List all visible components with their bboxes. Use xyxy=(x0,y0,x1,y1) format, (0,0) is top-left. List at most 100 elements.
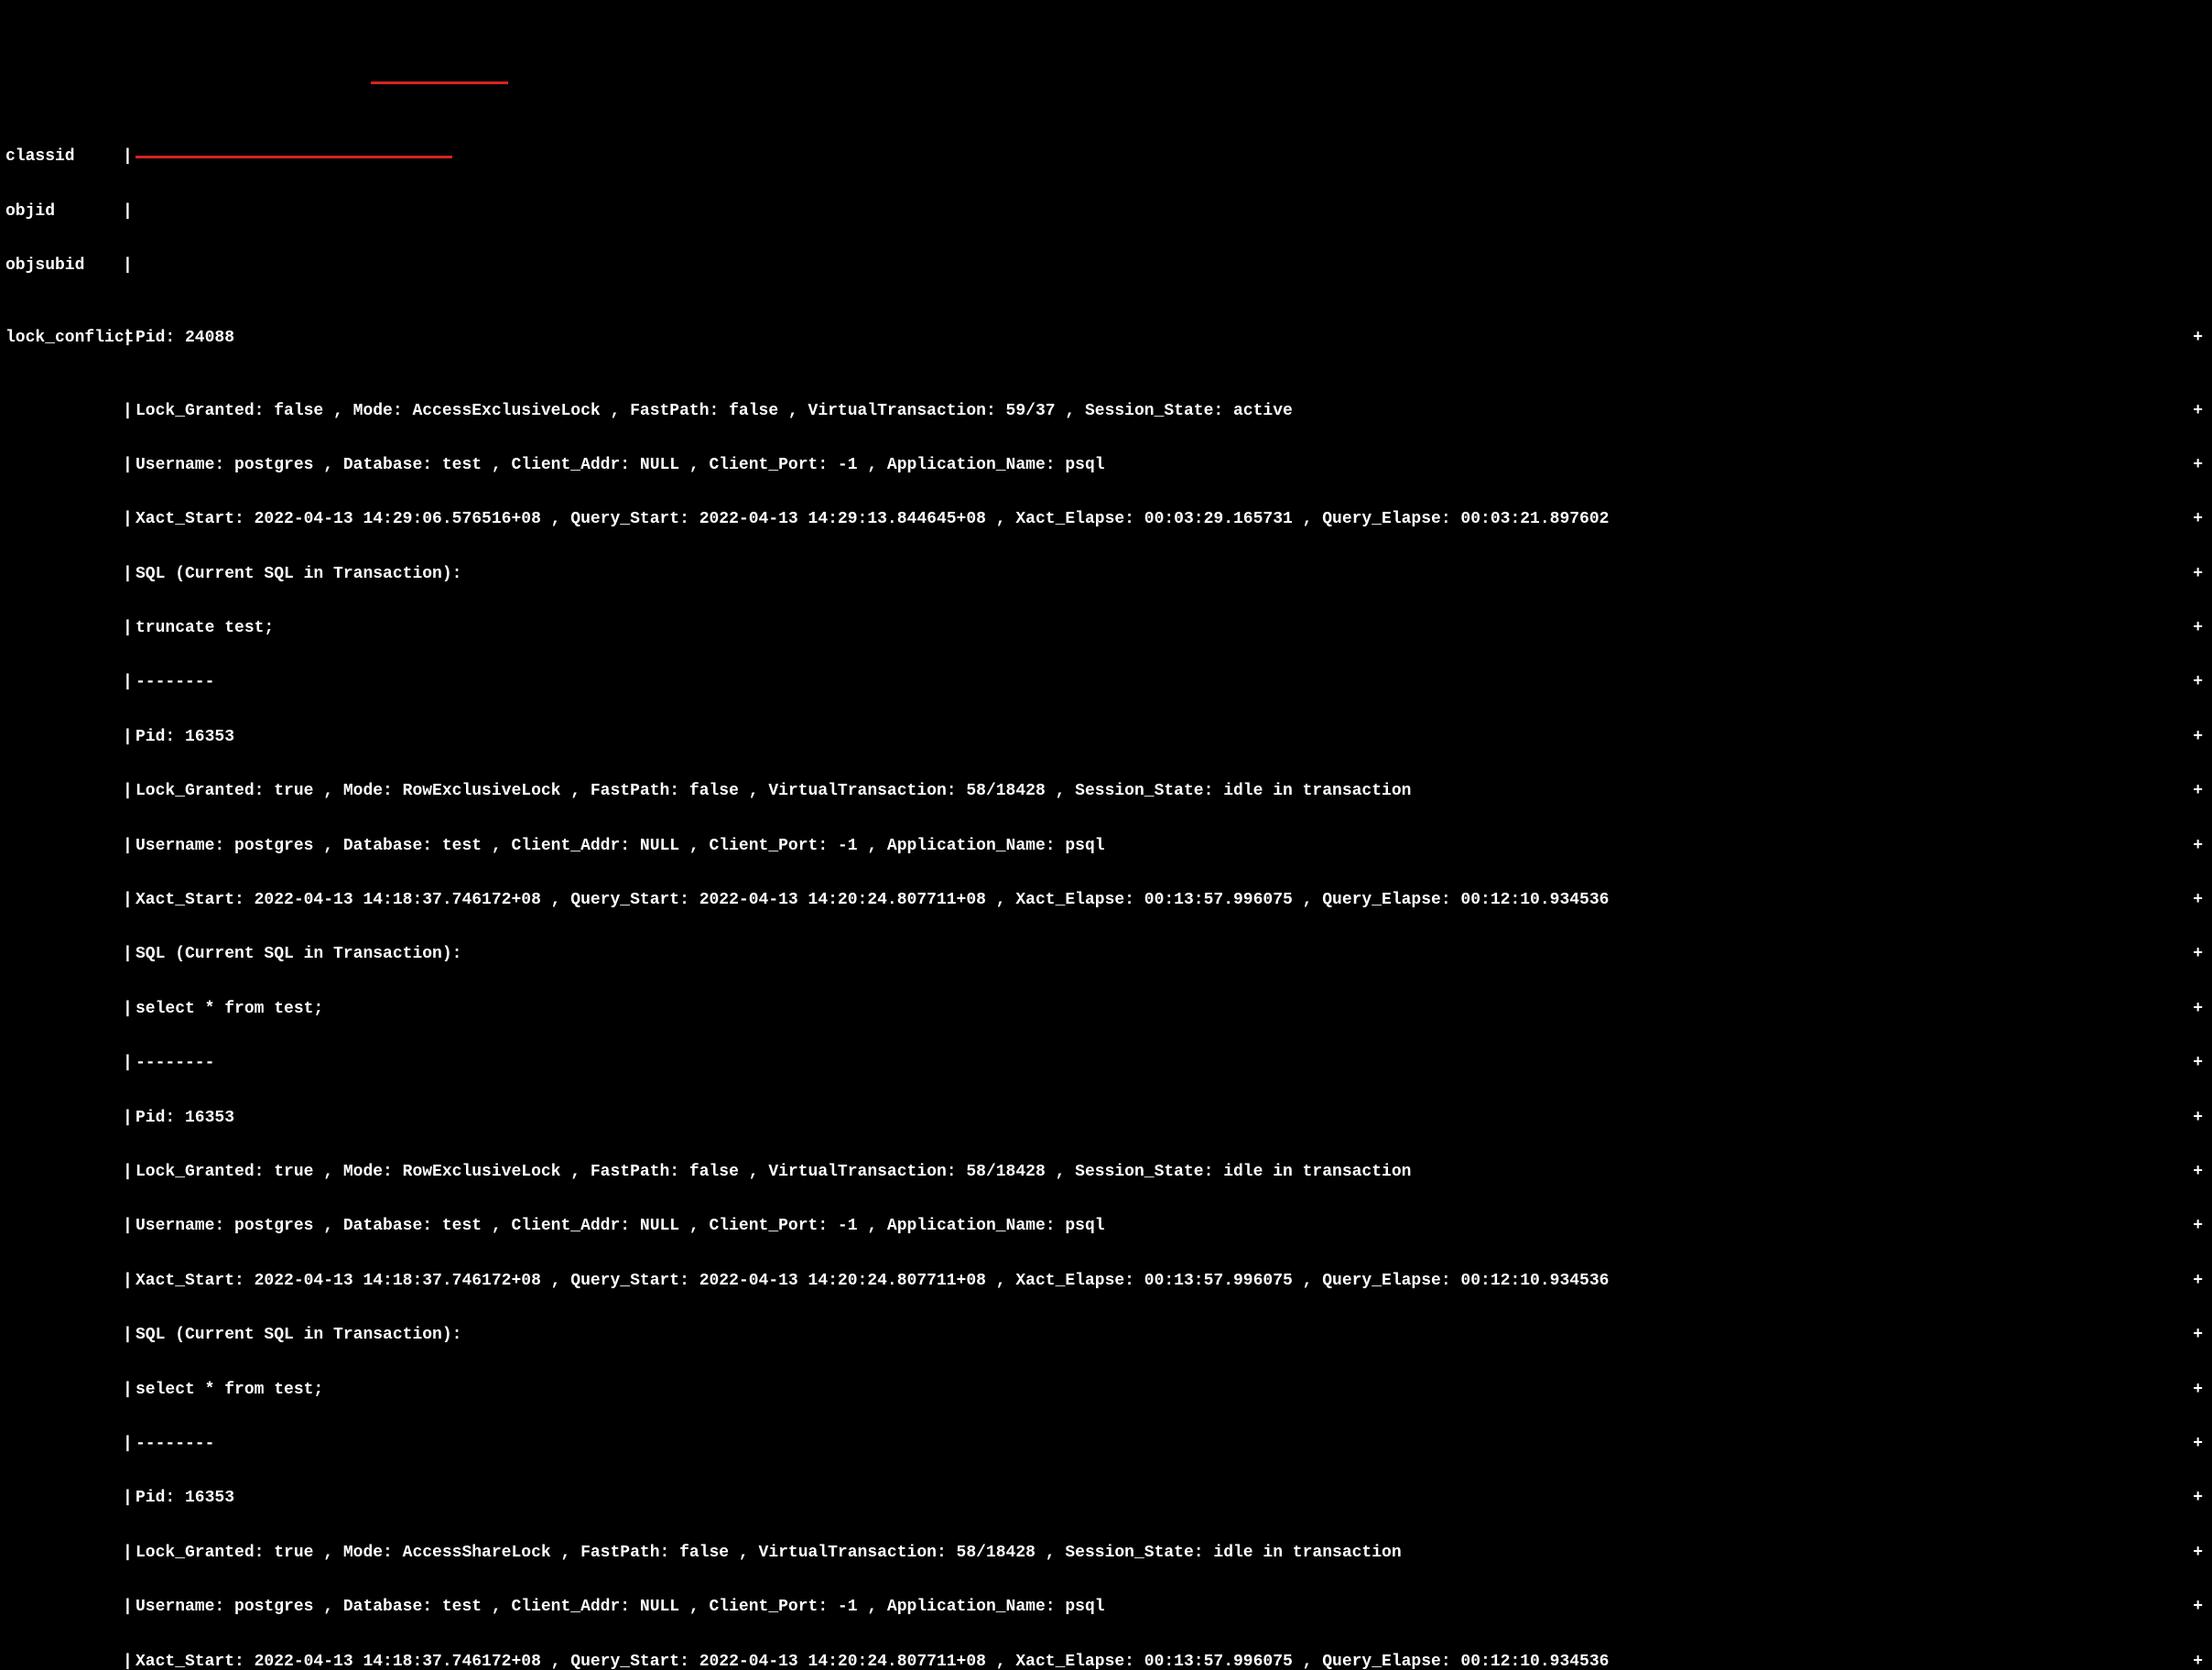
terminal-line: Xact_Start: 2022-04-13 14:18:37.746172+0… xyxy=(136,1654,2207,1670)
line-text: SQL (Current SQL in Transaction): xyxy=(136,1326,461,1344)
terminal-line: Username: postgres , Database: test , Cl… xyxy=(136,1218,2207,1236)
terminal-line: Lock_Granted: true , Mode: RowExclusiveL… xyxy=(136,783,2207,801)
column-label-empty xyxy=(5,838,123,856)
column-separator: | xyxy=(123,838,136,856)
terminal-line: SQL (Current SQL in Transaction):+ xyxy=(136,1327,2207,1345)
column-label-empty xyxy=(5,1654,123,1670)
line-text: Username: postgres , Database: test , Cl… xyxy=(136,1598,1105,1616)
column-separator: | xyxy=(123,1273,136,1291)
column-label-empty xyxy=(5,1110,123,1128)
line-text: Pid: 16353 xyxy=(136,728,234,746)
column-separator: | xyxy=(123,457,136,475)
column-label-classid: classid xyxy=(5,148,123,167)
column-label-empty xyxy=(5,1218,123,1236)
line-text: Xact_Start: 2022-04-13 14:29:06.576516+0… xyxy=(136,510,1609,528)
continuation-plus-icon: + xyxy=(2193,1436,2203,1454)
column-label-empty xyxy=(5,1001,123,1019)
line-text: SQL (Current SQL in Transaction): xyxy=(136,945,461,963)
column-separator: | xyxy=(123,566,136,584)
terminal-line: Pid: 16353 + xyxy=(136,1490,2207,1508)
line-text: Xact_Start: 2022-04-13 14:18:37.746172+0… xyxy=(136,1272,1609,1290)
terminal-line: -------- + xyxy=(136,674,2207,692)
terminal-line: truncate test;+ xyxy=(136,620,2207,638)
line-text: Lock_Granted: true , Mode: AccessShareLo… xyxy=(136,1544,1402,1562)
column-label-empty xyxy=(5,511,123,529)
terminal-line: Lock_Granted: true , Mode: RowExclusiveL… xyxy=(136,1164,2207,1182)
column-separator: | xyxy=(123,1599,136,1617)
column-separator: | xyxy=(123,620,136,638)
terminal-line: Xact_Start: 2022-04-13 14:18:37.746172+0… xyxy=(136,1273,2207,1291)
line-text: truncate test; xyxy=(136,619,274,637)
column-separator: | xyxy=(123,729,136,747)
column-separator: | xyxy=(123,257,136,276)
continuation-plus-icon: + xyxy=(2193,403,2203,421)
line-text: Lock_Granted: true , Mode: RowExclusiveL… xyxy=(136,782,1411,800)
column-separator: | xyxy=(123,403,136,421)
column-label-empty xyxy=(5,1490,123,1508)
column-label-empty xyxy=(5,1164,123,1182)
line-text: Username: postgres , Database: test , Cl… xyxy=(136,837,1105,855)
column-separator: | xyxy=(123,1001,136,1019)
column-label-empty xyxy=(5,1273,123,1291)
terminal-line xyxy=(136,148,2207,167)
continuation-plus-icon: + xyxy=(2193,1599,2203,1617)
column-separator: | xyxy=(123,946,136,964)
column-label-empty xyxy=(5,892,123,910)
column-label-objsubid: objsubid xyxy=(5,257,123,276)
line-text: Lock_Granted: true , Mode: RowExclusiveL… xyxy=(136,1163,1411,1181)
line-text: Username: postgres , Database: test , Cl… xyxy=(136,1217,1105,1235)
terminal-output[interactable]: classid | objid | objsubid | lock_confli… xyxy=(0,91,2212,1670)
column-label-objid: objid xyxy=(5,203,123,222)
line-text: Pid: 16353 xyxy=(136,1489,234,1507)
continuation-plus-icon: + xyxy=(2193,1545,2203,1563)
continuation-plus-icon: + xyxy=(2193,946,2203,964)
continuation-plus-icon: + xyxy=(2193,511,2203,529)
terminal-line: -------- + xyxy=(136,1436,2207,1454)
line-text: Lock_Granted: false , Mode: AccessExclus… xyxy=(136,402,1293,420)
continuation-plus-icon: + xyxy=(2193,1001,2203,1019)
terminal-line: SQL (Current SQL in Transaction): + xyxy=(136,946,2207,964)
terminal-line: Pid: 16353+ xyxy=(136,1110,2207,1128)
column-separator: | xyxy=(123,1382,136,1400)
line-text: Pid: 16353 xyxy=(136,1109,234,1127)
column-label-empty xyxy=(5,674,123,692)
terminal-line: select * from test;+ xyxy=(136,1382,2207,1400)
continuation-plus-icon: + xyxy=(2193,838,2203,856)
continuation-plus-icon: + xyxy=(2193,729,2203,747)
terminal-line xyxy=(136,203,2207,222)
column-label-empty xyxy=(5,1436,123,1454)
line-text: Xact_Start: 2022-04-13 14:18:37.746172+0… xyxy=(136,1653,1609,1670)
column-separator: | xyxy=(123,1164,136,1182)
terminal-line: --------+ xyxy=(136,1055,2207,1073)
terminal-line: Xact_Start: 2022-04-13 14:18:37.746172+0… xyxy=(136,892,2207,910)
column-separator: | xyxy=(123,783,136,801)
column-separator: | xyxy=(123,674,136,692)
line-text: -------- xyxy=(136,673,214,691)
line-text: -------- xyxy=(136,1435,214,1453)
column-label-empty xyxy=(5,1327,123,1345)
continuation-plus-icon: + xyxy=(2193,674,2203,692)
column-separator: | xyxy=(123,1327,136,1345)
column-label-empty xyxy=(5,783,123,801)
continuation-plus-icon: + xyxy=(2193,1654,2203,1670)
column-separator: | xyxy=(123,892,136,910)
continuation-plus-icon: + xyxy=(2193,1055,2203,1073)
column-label-empty xyxy=(5,566,123,584)
column-separator: | xyxy=(123,1436,136,1454)
column-separator: | xyxy=(123,1654,136,1670)
continuation-plus-icon: + xyxy=(2193,1164,2203,1182)
line-text: SQL (Current SQL in Transaction): xyxy=(136,565,461,583)
terminal-line: Pid: 16353 + xyxy=(136,729,2207,747)
continuation-plus-icon: + xyxy=(2193,892,2203,910)
continuation-plus-icon: + xyxy=(2193,566,2203,584)
line-text: select * from test; xyxy=(136,1381,323,1399)
terminal-line: Xact_Start: 2022-04-13 14:29:06.576516+0… xyxy=(136,511,2207,529)
line-text: Pid: 24088 xyxy=(136,329,234,347)
annotation-underline xyxy=(371,81,508,84)
terminal-line: SQL (Current SQL in Transaction): + xyxy=(136,566,2207,584)
column-label-empty xyxy=(5,403,123,421)
column-separator: | xyxy=(123,1055,136,1073)
continuation-plus-icon: + xyxy=(2193,1490,2203,1508)
column-separator: | xyxy=(123,148,136,167)
column-label-empty xyxy=(5,1382,123,1400)
